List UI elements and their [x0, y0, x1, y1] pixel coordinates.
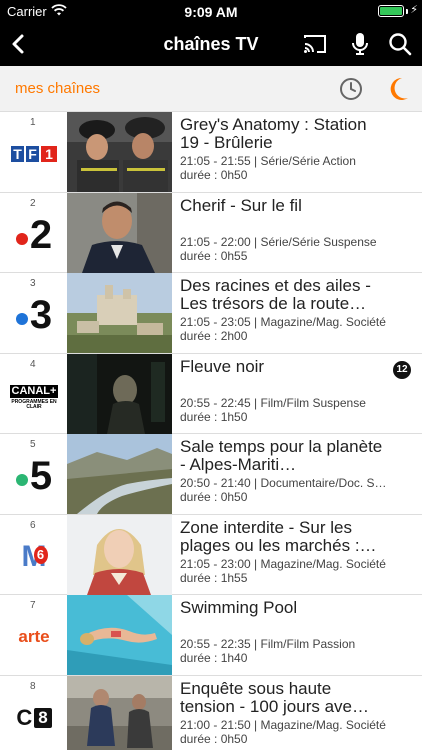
program-schedule: 21:05 - 23:00 | Magazine/Mag. Société	[180, 556, 386, 571]
program-duration: durée : 0h50	[180, 490, 248, 504]
channel-row[interactable]: 2 2 Cherif - Sur le fil 21:05 - 22:00 | …	[0, 192, 422, 273]
channel-logo-france5: 5	[8, 456, 60, 496]
channel-row[interactable]: 8 C8 Enquête sous haute tension - 100 jo…	[0, 675, 422, 750]
program-thumbnail	[67, 514, 172, 595]
channel-number: 2	[30, 197, 36, 209]
channel-number: 5	[30, 439, 36, 450]
program-thumbnail	[67, 273, 172, 353]
channel-logo-france3: 3	[8, 295, 60, 335]
channel-row[interactable]: 3 3 Des racines et des ailes - Les tréso…	[0, 273, 422, 354]
channel-number: 6	[30, 519, 36, 531]
channel-logo-c8: C8	[8, 698, 60, 738]
channel-number: 4	[30, 358, 36, 370]
evening-selector-button[interactable]	[386, 76, 410, 102]
program-schedule: 21:00 - 21:50 | Magazine/Mag. Société	[180, 717, 386, 732]
channel-row[interactable]: 7 arte Swimming Pool 20:55 - 22:35 | Fil…	[0, 595, 422, 676]
program-thumbnail	[67, 434, 172, 514]
filter-bar: mes chaînes	[0, 66, 422, 112]
navigation-bar: chaînes TV	[0, 22, 422, 66]
channel-number: 7	[30, 600, 36, 611]
program-schedule: 21:05 - 21:55 | Série/Série Action	[180, 154, 356, 168]
program-title: Zone interdite - Sur les plages ou les m…	[180, 518, 377, 555]
program-title: Cherif - Sur le fil	[180, 196, 302, 215]
time-selector-button[interactable]	[339, 77, 363, 101]
program-title: Fleuve noir	[180, 357, 265, 376]
program-duration: durée : 1h55	[180, 570, 248, 585]
program-duration: durée : 0h55	[180, 248, 248, 263]
channel-row[interactable]: 1 TF1 Grey's Anatomy : Station 19 - Brûl…	[0, 112, 422, 193]
program-title: Sale temps pour la planète - Alpes-Marit…	[180, 438, 383, 474]
program-thumbnail	[67, 112, 172, 192]
channel-row[interactable]: 5 5 Sale temps pour la planète - Alpes-M…	[0, 434, 422, 515]
channel-list: 1 TF1 Grey's Anatomy : Station 19 - Brûl…	[0, 112, 422, 750]
program-thumbnail	[67, 192, 172, 273]
search-button[interactable]	[387, 31, 413, 57]
voice-search-button[interactable]	[347, 31, 373, 57]
program-thumbnail	[67, 675, 172, 750]
channel-logo-arte: arte	[18, 627, 50, 646]
program-thumbnail	[67, 353, 172, 434]
charging-icon: ⚡	[410, 4, 418, 16]
channel-row[interactable]: 4 CANAL+ PROGRAMMES EN CLAIR Fleuve noir…	[0, 353, 422, 434]
program-schedule: 21:05 - 22:00 | Série/Série Suspense	[180, 234, 377, 249]
channel-number: 8	[30, 680, 36, 692]
battery-icon	[378, 5, 404, 17]
moon-icon	[390, 77, 408, 100]
program-title: Swimming Pool	[180, 599, 298, 617]
program-schedule: 20:50 - 21:40 | Documentaire/Doc. S…	[180, 476, 387, 490]
channel-number: 1	[30, 117, 36, 128]
channel-logo-tf1: TF1	[8, 134, 60, 174]
channel-logo-canal-plus: CANAL+ PROGRAMMES EN CLAIR	[9, 384, 59, 410]
cast-button[interactable]	[302, 31, 328, 57]
search-icon	[389, 33, 412, 56]
program-duration: durée : 2h00	[180, 329, 248, 343]
program-schedule: 20:55 - 22:45 | Film/Film Suspense	[180, 395, 366, 410]
clock-icon	[340, 78, 362, 100]
channel-row[interactable]: 6 M6 Zone interdite - Sur les plages ou …	[0, 514, 422, 595]
program-schedule: 21:05 - 23:05 | Magazine/Mag. Société	[180, 315, 386, 329]
program-thumbnail	[67, 595, 172, 675]
microphone-icon	[352, 33, 368, 55]
channel-logo-m6: M6	[8, 537, 60, 577]
cast-icon	[304, 35, 326, 53]
my-channels-filter[interactable]: mes chaînes	[15, 80, 100, 97]
program-duration: durée : 0h50	[180, 731, 248, 746]
program-title: Des racines et des ailes - Les trésors d…	[180, 277, 371, 313]
program-schedule: 20:55 - 22:35 | Film/Film Passion	[180, 637, 356, 651]
program-title: Enquête sous haute tension - 100 jours a…	[180, 679, 369, 716]
age-rating-badge: 12	[393, 360, 411, 379]
program-duration: durée : 1h40	[180, 651, 248, 665]
status-bar: Carrier 9:09 AM ⚡	[0, 0, 422, 22]
program-duration: durée : 1h50	[180, 409, 248, 424]
program-duration: durée : 0h50	[180, 168, 248, 182]
channel-number: 3	[30, 278, 36, 289]
program-title: Grey's Anatomy : Station 19 - Brûlerie	[180, 116, 367, 152]
clock-time: 9:09 AM	[184, 4, 238, 20]
channel-logo-france2: 2	[8, 215, 60, 255]
